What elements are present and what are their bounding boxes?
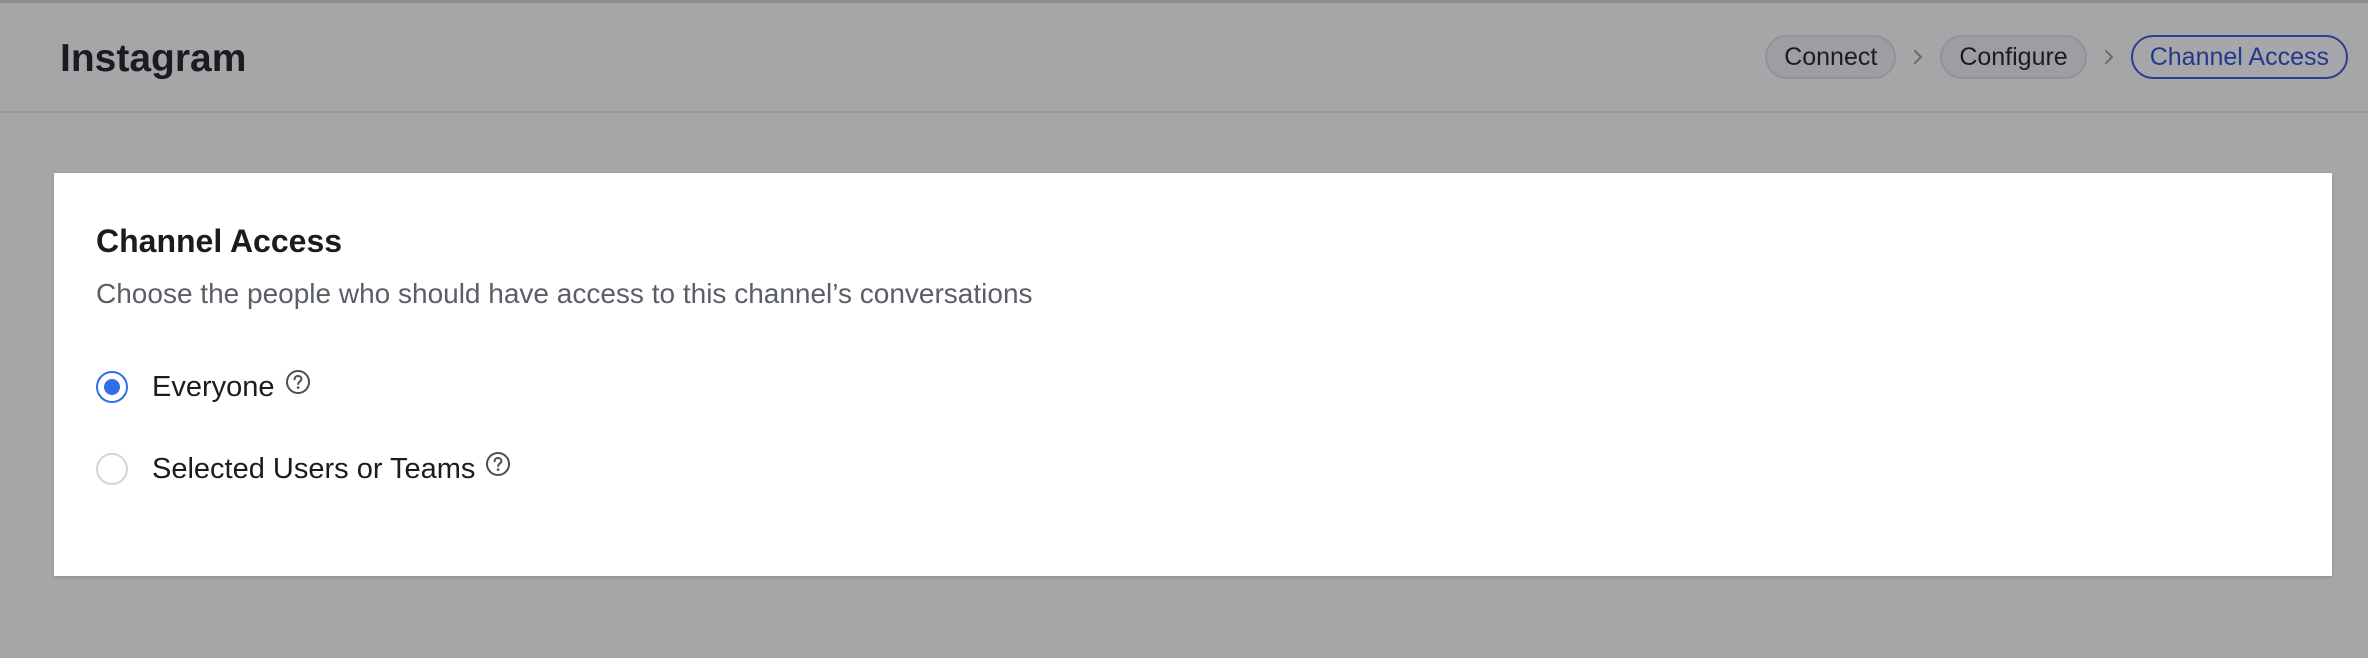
help-circle-icon[interactable]	[485, 451, 511, 477]
step-connect[interactable]: Connect	[1765, 35, 1897, 79]
chevron-right-icon	[2087, 48, 2131, 66]
option-label: Selected Users or Teams	[152, 453, 476, 485]
radio-everyone[interactable]	[96, 371, 128, 403]
option-label: Everyone	[152, 371, 275, 403]
option-selected-users-or-teams[interactable]: Selected Users or Teams	[96, 449, 511, 489]
stepper: Connect Configure Channel Access	[1765, 35, 2348, 79]
chevron-right-icon	[1896, 48, 1940, 66]
option-everyone[interactable]: Everyone	[96, 367, 311, 407]
channel-access-card: Channel Access Choose the people who sho…	[54, 173, 2332, 576]
card-title: Channel Access	[96, 223, 343, 259]
radio-selected-dot	[104, 379, 120, 395]
step-channel-access[interactable]: Channel Access	[2130, 35, 2348, 79]
page-title: Instagram	[60, 37, 247, 80]
radio-selected-users-or-teams[interactable]	[96, 453, 128, 485]
card-description: Choose the people who should have access…	[96, 278, 1033, 309]
step-configure[interactable]: Configure	[1940, 35, 2087, 79]
help-circle-icon[interactable]	[285, 369, 311, 395]
page-header: Instagram Connect Configure Channel Acce…	[0, 3, 2368, 113]
